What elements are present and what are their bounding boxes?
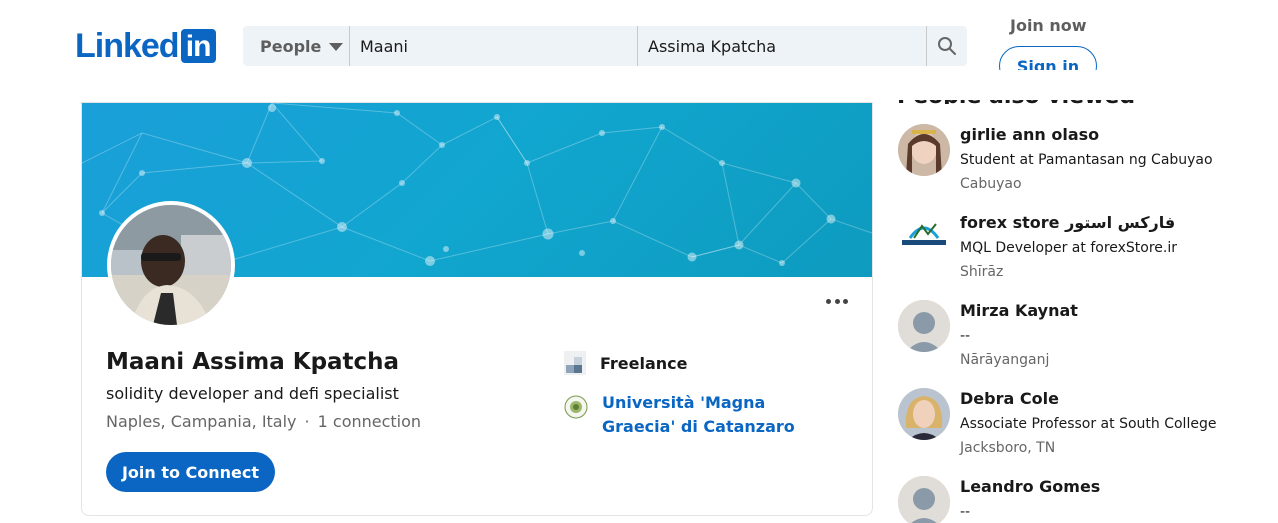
chevron-down-icon xyxy=(329,43,344,51)
join-now-link[interactable]: Join now xyxy=(1010,16,1087,35)
search-type-label: People xyxy=(260,36,322,56)
education[interactable]: Università 'Magna Graecia' di Catanzaro xyxy=(564,391,842,439)
more-dot xyxy=(834,298,840,304)
linkedin-logo[interactable]: Linked in xyxy=(75,29,216,63)
similar-profile[interactable]: forex store فارکس استور MQL Developer at… xyxy=(898,212,1238,292)
similar-profile-avatar xyxy=(898,476,950,523)
similar-profile-headline: MQL Developer at forexStore.ir xyxy=(960,240,1178,256)
similar-profile-name[interactable]: forex store فارکس استور xyxy=(960,213,1175,232)
header-overlap xyxy=(880,70,1278,100)
similar-profile-location: Cabuyao xyxy=(960,176,1022,192)
more-dot xyxy=(843,298,848,304)
similar-profile-headline: Student at Pamantasan ng Cabuyao xyxy=(960,152,1213,168)
similar-profile-location: Jacksboro, TN xyxy=(960,440,1056,456)
similar-profile-headline: -- xyxy=(960,328,971,344)
separator-dot: · xyxy=(304,412,310,431)
search-button[interactable] xyxy=(926,26,967,66)
similar-profile-location: Shīrāz xyxy=(960,264,1004,280)
join-to-connect-button[interactable]: Join to Connect xyxy=(106,452,275,492)
similar-profile[interactable]: Mirza Kaynat -- Nārāyanganj xyxy=(898,300,1238,380)
similar-profile-avatar xyxy=(898,124,950,176)
similar-profile[interactable]: girlie ann olaso Student at Pamantasan n… xyxy=(898,124,1238,204)
company-name: Freelance xyxy=(600,353,688,373)
logo-wordmark: Linked xyxy=(75,27,180,65)
similar-profile[interactable]: Debra Cole Associate Professor at South … xyxy=(898,388,1238,468)
profile-headline: solidity developer and defi specialist xyxy=(106,384,399,403)
search-icon xyxy=(938,37,956,55)
default-avatar-icon xyxy=(898,476,950,523)
profile-photo xyxy=(898,388,950,440)
school-name-link[interactable]: Università 'Magna Graecia' di Catanzaro xyxy=(602,391,842,439)
similar-profile-avatar xyxy=(898,300,950,352)
more-options-button[interactable] xyxy=(824,289,850,313)
first-name-input[interactable] xyxy=(349,26,637,66)
similar-profile-location: Nārāyanganj xyxy=(960,352,1050,368)
search-type-dropdown[interactable]: People xyxy=(243,26,349,66)
similar-profile-avatar xyxy=(898,212,950,264)
current-company: Freelance xyxy=(564,351,688,375)
similar-profile-avatar xyxy=(898,388,950,440)
similar-profile-name[interactable]: Debra Cole xyxy=(960,389,1059,408)
profile-avatar[interactable] xyxy=(107,201,235,329)
similar-profile-name[interactable]: Leandro Gomes xyxy=(960,477,1100,496)
similar-profile-name[interactable]: girlie ann olaso xyxy=(960,125,1099,144)
similar-profile-name[interactable]: Mirza Kaynat xyxy=(960,301,1078,320)
similar-profile-headline: Associate Professor at South College xyxy=(960,416,1217,432)
last-name-input[interactable] xyxy=(637,26,926,66)
profile-location: Naples, Campania, Italy xyxy=(106,412,297,431)
connections-count: 1 connection xyxy=(317,412,422,431)
profile-location-line: Naples, Campania, Italy · 1 connection xyxy=(106,412,421,431)
similar-profile-headline: -- xyxy=(960,504,971,520)
default-avatar-icon xyxy=(898,300,950,352)
company-logo-icon xyxy=(898,212,950,264)
profile-card: Maani Assima Kpatcha solidity developer … xyxy=(81,102,873,516)
similar-profile[interactable]: Leandro Gomes -- xyxy=(898,476,1238,523)
profile-name: Maani Assima Kpatcha xyxy=(106,349,400,375)
profile-photo xyxy=(898,124,950,176)
school-logo-icon xyxy=(564,395,588,419)
more-dot xyxy=(826,298,831,304)
company-logo-icon xyxy=(564,351,586,375)
logo-in-box: in xyxy=(180,29,216,63)
profile-photo xyxy=(111,205,231,325)
people-search-bar: People xyxy=(243,26,967,66)
